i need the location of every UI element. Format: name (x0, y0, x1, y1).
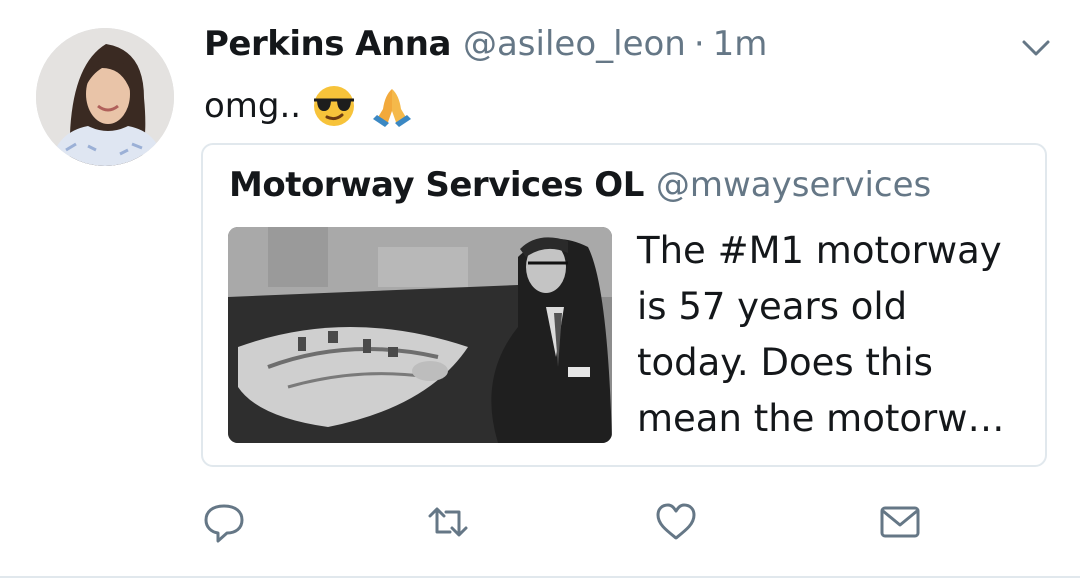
author-name[interactable]: Perkins Anna (204, 24, 451, 64)
chevron-down-icon[interactable] (1018, 34, 1054, 62)
tweet-actions (0, 498, 1080, 548)
timestamp[interactable]: 1m (713, 24, 768, 64)
tweet-text: omg.. (204, 82, 417, 130)
profile-photo-icon (36, 28, 174, 166)
quoted-tweet-image[interactable] (228, 227, 612, 443)
author-handle[interactable]: @asileo_leon (463, 24, 686, 64)
quoted-tweet-header: Motorway Services OL @mwayservices (229, 165, 931, 215)
folded-hands-emoji-icon (367, 81, 417, 131)
sunglasses-emoji-icon (309, 81, 359, 131)
separator-dot: · (693, 24, 705, 64)
envelope-icon (876, 498, 924, 546)
reply-icon (200, 498, 248, 546)
like-button[interactable] (652, 498, 700, 546)
black-and-white-photo-icon (228, 227, 612, 443)
quoted-author-name: Motorway Services OL (229, 165, 644, 205)
reply-button[interactable] (200, 498, 248, 546)
quoted-author-handle: @mwayservices (655, 165, 932, 205)
avatar[interactable] (36, 28, 174, 166)
retweet-icon (424, 498, 472, 546)
quoted-tweet-text: The #M1 motorway is 57 years old today. … (637, 229, 1005, 440)
quoted-tweet[interactable]: Motorway Services OL @mwayservices The #… (201, 143, 1047, 467)
retweet-button[interactable] (424, 498, 472, 546)
tweet-header: Perkins Anna @asileo_leon · 1m (204, 24, 767, 72)
tweet-text-content: omg.. (204, 86, 302, 126)
tweet[interactable]: Perkins Anna @asileo_leon · 1m omg.. Mot… (0, 0, 1080, 578)
heart-icon (652, 498, 700, 546)
direct-message-button[interactable] (876, 498, 924, 546)
